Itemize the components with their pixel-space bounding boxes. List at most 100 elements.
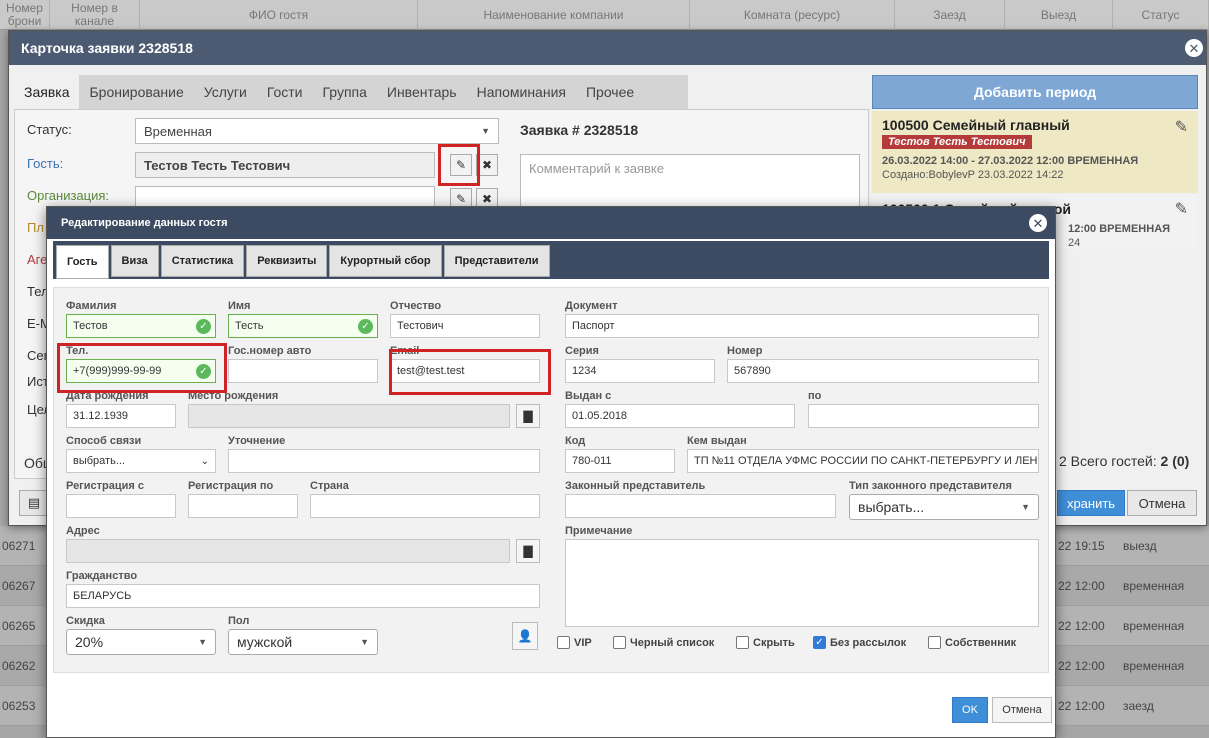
row-status: временная bbox=[1123, 659, 1185, 673]
save-button[interactable]: хранить bbox=[1057, 490, 1125, 516]
col-checkout[interactable]: Выезд bbox=[1005, 0, 1113, 30]
ok-button[interactable]: OK bbox=[952, 697, 988, 723]
guest-field[interactable]: Тестов Тесть Тестович bbox=[135, 152, 435, 178]
guest-label[interactable]: Гость: bbox=[27, 156, 63, 171]
tab-group[interactable]: Группа bbox=[313, 75, 377, 109]
tab-resort-fee[interactable]: Курортный сбор bbox=[329, 245, 442, 277]
tab-guest[interactable]: Гость bbox=[56, 245, 109, 279]
registration-from-label: Регистрация с bbox=[66, 480, 144, 492]
issued-to-label: по bbox=[808, 390, 822, 402]
status-value: Временная bbox=[144, 123, 212, 139]
registration-to-label: Регистрация по bbox=[188, 480, 274, 492]
issued-by-label: Кем выдан bbox=[687, 435, 747, 447]
col-company-name[interactable]: Наименование компании bbox=[418, 0, 690, 30]
firstname-input[interactable]: Тесть ✓ bbox=[228, 314, 378, 338]
col-room[interactable]: Комната (ресурс) bbox=[690, 0, 895, 30]
chevron-down-icon: ▼ bbox=[1021, 502, 1030, 512]
guest-editor-tabs: Гость Виза Статистика Реквизиты Курортны… bbox=[53, 241, 1049, 279]
order-card-tabs: Заявка Бронирование Услуги Гости Группа … bbox=[14, 75, 688, 109]
lastname-input[interactable]: Тестов ✓ bbox=[66, 314, 216, 338]
tab-statistics[interactable]: Статистика bbox=[160, 245, 245, 277]
book-icon[interactable]: ▇ bbox=[516, 404, 540, 428]
note-textarea[interactable] bbox=[565, 539, 1039, 627]
row-status: временная bbox=[1123, 579, 1185, 593]
tab-booking[interactable]: Бронирование bbox=[79, 75, 193, 109]
booking-guest-badge: Тестов Тесть Тестович bbox=[882, 135, 1032, 149]
code-input[interactable]: 780-011 bbox=[565, 449, 675, 473]
discount-label: Скидка bbox=[66, 615, 105, 627]
registration-from-input[interactable] bbox=[66, 494, 176, 518]
series-input[interactable]: 1234 bbox=[565, 359, 715, 383]
row-id: 06271 bbox=[2, 539, 36, 553]
book-icon[interactable]: ▇ bbox=[516, 539, 540, 563]
tab-representatives[interactable]: Представители bbox=[443, 245, 550, 277]
pencil-icon[interactable]: ✎ bbox=[1175, 199, 1188, 219]
issued-from-input[interactable]: 01.05.2018 bbox=[565, 404, 795, 428]
tab-services[interactable]: Услуги bbox=[194, 75, 257, 109]
comment-field[interactable]: Комментарий к заявке bbox=[520, 154, 860, 210]
tab-requisites[interactable]: Реквизиты bbox=[246, 245, 328, 277]
close-icon[interactable]: ✕ bbox=[1029, 214, 1047, 232]
address-input[interactable] bbox=[66, 539, 510, 563]
col-booking-number[interactable]: Номер брони bbox=[0, 0, 50, 30]
col-status[interactable]: Статус bbox=[1113, 0, 1209, 30]
firstname-label: Имя bbox=[228, 300, 251, 312]
order-card-title: Карточка заявки 2328518 bbox=[9, 31, 1206, 65]
organization-label[interactable]: Организация: bbox=[27, 188, 109, 203]
partial-label: Пл bbox=[27, 220, 44, 235]
citizenship-input[interactable]: БЕЛАРУСЬ bbox=[66, 584, 540, 608]
gender-select[interactable]: мужской ▼ bbox=[228, 629, 378, 655]
discount-select[interactable]: 20% ▼ bbox=[66, 629, 216, 655]
owner-checkbox[interactable]: Собственник bbox=[928, 636, 1016, 649]
status-label: Статус: bbox=[27, 122, 72, 137]
legal-rep-label: Законный представитель bbox=[565, 480, 706, 492]
close-icon[interactable]: ✕ bbox=[1185, 39, 1203, 57]
legal-rep-input[interactable] bbox=[565, 494, 836, 518]
hide-checkbox[interactable]: Скрыть bbox=[736, 636, 795, 649]
tab-guests[interactable]: Гости bbox=[257, 75, 313, 109]
tab-reminders[interactable]: Напоминания bbox=[467, 75, 576, 109]
clarify-input[interactable] bbox=[228, 449, 540, 473]
guest-editor-title: Редактирование данных гостя bbox=[47, 207, 1055, 239]
col-checkin[interactable]: Заезд bbox=[895, 0, 1005, 30]
col-guest-name[interactable]: ФИО гостя bbox=[140, 0, 418, 30]
cancel-button[interactable]: Отмена bbox=[1127, 490, 1197, 516]
patronymic-input[interactable]: Тестович bbox=[390, 314, 540, 338]
vip-checkbox[interactable]: VIP bbox=[557, 636, 592, 649]
list-icon[interactable]: ▤ bbox=[19, 490, 49, 516]
row-date: 22 12:00 bbox=[1058, 699, 1105, 713]
booking-room: 100500 Семейный главный bbox=[882, 117, 1070, 133]
car-number-input[interactable] bbox=[228, 359, 378, 383]
no-mailing-checkbox[interactable]: ✓ Без рассылок bbox=[813, 636, 906, 649]
row-date: 22 12:00 bbox=[1058, 619, 1105, 633]
add-period-button[interactable]: Добавить период bbox=[872, 75, 1198, 109]
tab-other[interactable]: Прочее bbox=[576, 75, 644, 109]
tab-visa[interactable]: Виза bbox=[110, 245, 159, 277]
tab-order[interactable]: Заявка bbox=[14, 75, 80, 109]
status-select[interactable]: Временная ▼ bbox=[135, 118, 499, 144]
registration-to-input[interactable] bbox=[188, 494, 298, 518]
legal-rep-type-select[interactable]: выбрать... ▼ bbox=[849, 494, 1039, 520]
document-input[interactable]: Паспорт bbox=[565, 314, 1039, 338]
booking-card[interactable]: 100500 Семейный главный Тестов Тесть Тес… bbox=[872, 111, 1198, 193]
tab-inventory[interactable]: Инвентарь bbox=[377, 75, 467, 109]
issued-to-input[interactable] bbox=[808, 404, 1039, 428]
pencil-icon[interactable]: ✎ bbox=[1175, 117, 1188, 137]
number-input[interactable]: 567890 bbox=[727, 359, 1039, 383]
cancel-button[interactable]: Отмена bbox=[992, 697, 1052, 723]
booking-created: Создано:BobylevP 23.03.2022 14:22 bbox=[882, 169, 1064, 181]
issued-by-input[interactable]: ТП №11 ОТДЕЛА УФМС РОССИИ ПО САНКТ-ПЕТЕР… bbox=[687, 449, 1039, 473]
contact-method-select[interactable]: выбрать... ⌄ bbox=[66, 449, 216, 473]
patronymic-label: Отчество bbox=[390, 300, 442, 312]
birthplace-input[interactable] bbox=[188, 404, 510, 428]
guests-total-value: 2 (0) bbox=[1160, 453, 1190, 469]
country-input[interactable] bbox=[310, 494, 540, 518]
birthdate-input[interactable]: 31.12.1939 bbox=[66, 404, 176, 428]
code-label: Код bbox=[565, 435, 586, 447]
person-icon[interactable]: 👤 bbox=[512, 622, 538, 650]
blacklist-checkbox[interactable]: Черный список bbox=[613, 636, 714, 649]
order-number: Заявка # 2328518 bbox=[520, 122, 639, 138]
col-channel-number[interactable]: Номер в канале bbox=[50, 0, 140, 30]
car-number-label: Гос.номер авто bbox=[228, 345, 312, 357]
address-label: Адрес bbox=[66, 525, 100, 537]
